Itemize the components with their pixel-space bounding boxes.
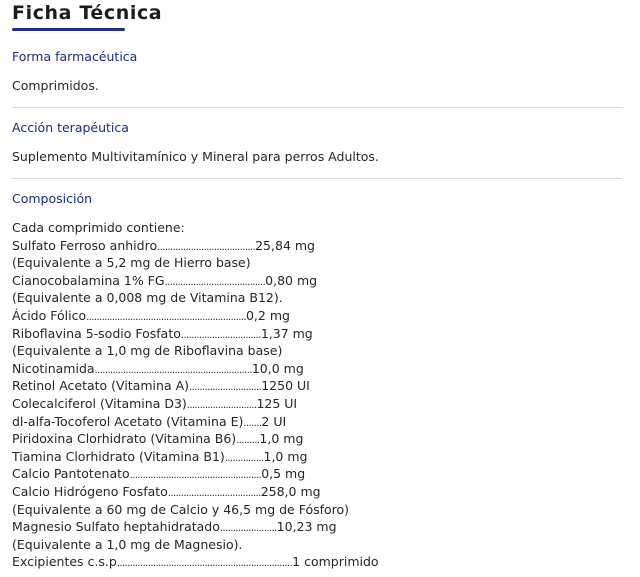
composition-line: Ácido Fólico............................… xyxy=(12,307,379,325)
composition-intro: Cada comprimido contiene: xyxy=(12,220,185,235)
composition-line: (Equivalente a 1,0 mg de Magnesio). xyxy=(12,536,379,554)
composition-line: Piridoxina Clorhidrato (Vitamina B6)....… xyxy=(12,430,379,448)
ingredient-name: Retinol Acetato (Vitamina A) xyxy=(12,378,190,394)
dot-leader: ......... xyxy=(236,435,260,447)
ingredient-amount: 125 UI xyxy=(256,395,298,411)
ingredient-name: (Equivalente a 5,2 mg de Hierro base) xyxy=(12,255,251,271)
ingredient-amount: 258,0 mg xyxy=(260,483,321,499)
dot-leader: ...................... xyxy=(219,523,277,535)
ingredient-name: Ácido Fólico xyxy=(12,307,87,323)
ingredient-name: (Equivalente a 1,0 mg de Magnesio). xyxy=(12,536,243,552)
ingredient-amount: 1,37 mg xyxy=(260,325,313,341)
accion-heading: Acción terapéutica xyxy=(12,120,129,135)
composition-line: (Equivalente a 0,008 mg de Vitamina B12)… xyxy=(12,289,379,307)
ingredient-name: Sulfato Ferroso anhidro xyxy=(12,237,158,253)
ingredient-name: dl-alfa-Tocoferol Acetato (Vitamina E) xyxy=(12,413,244,429)
composition-line: Colecalciferol (Vitamina D3)............… xyxy=(12,395,379,413)
composition-line: (Equivalente a 1,0 mg de Riboflavina bas… xyxy=(12,342,379,360)
ingredient-name: Riboflavina 5-sodio Fosfato xyxy=(12,325,181,341)
dot-leader: ...................................... xyxy=(157,241,256,253)
ingredient-name: (Equivalente a 1,0 mg de Riboflavina bas… xyxy=(12,343,283,359)
forma-heading: Forma farmacéutica xyxy=(12,49,138,64)
ingredient-name: (Equivalente a 0,008 mg de Vitamina B12)… xyxy=(12,290,283,306)
forma-text: Comprimidos. xyxy=(12,78,99,93)
composition-line: Sulfato Ferroso anhidro.................… xyxy=(12,237,379,255)
dot-leader: ............................ xyxy=(189,382,262,394)
ingredient-amount: 1,0 mg xyxy=(259,431,304,447)
ingredient-amount: 0,5 mg xyxy=(261,466,306,482)
ingredient-name: Calcio Pantotenato xyxy=(12,466,130,482)
dot-leader: .................................... xyxy=(167,487,261,499)
composition-line: Calcio Pantotenato......................… xyxy=(12,465,379,483)
dot-leader: ....................................... xyxy=(164,276,266,288)
composition-line: Tiamina Clorhidrato (Vitamina B1).......… xyxy=(12,448,379,466)
ingredient-amount: 10,23 mg xyxy=(276,519,337,535)
composition-line: (Equivalente a 5,2 mg de Hierro base) xyxy=(12,254,379,272)
composition-line: Excipientes c.s.p.......................… xyxy=(12,553,379,571)
ingredient-name: Cianocobalamina 1% FG xyxy=(12,272,165,288)
ingredient-name: Piridoxina Clorhidrato (Vitamina B6) xyxy=(12,431,237,447)
ingredient-amount: 10,0 mg xyxy=(251,360,304,376)
composition-line: Magnesio Sulfato heptahidratado.........… xyxy=(12,518,379,536)
dot-leader: ........................................… xyxy=(94,364,253,376)
composition-line: Retinol Acetato (Vitamina A)............… xyxy=(12,377,379,395)
composition-line: (Equivalente a 60 mg de Calcio y 46,5 mg… xyxy=(12,501,379,519)
composition-line: dl-alfa-Tocoferol Acetato (Vitamina E)..… xyxy=(12,413,379,431)
title-underline xyxy=(12,28,125,31)
composition-list: Cada comprimido contiene: Sulfato Ferros… xyxy=(12,219,379,571)
ingredient-name: Excipientes c.s.p xyxy=(12,554,117,570)
dot-leader: ............... xyxy=(224,452,264,464)
ingredient-amount: 1250 UI xyxy=(261,378,310,394)
dot-leader: ........................................… xyxy=(116,558,293,570)
ingredient-name: Colecalciferol (Vitamina D3) xyxy=(12,395,187,411)
composition-line: Nicotinamida............................… xyxy=(12,360,379,378)
composition-line: Riboflavina 5-sodio Fosfato.............… xyxy=(12,325,379,343)
ingredient-amount: 25,84 mg xyxy=(255,237,315,253)
ingredient-amount: 1,0 mg xyxy=(263,448,308,464)
product-datasheet: Ficha Técnica Forma farmacéutica Comprim… xyxy=(0,0,640,577)
ingredient-amount: 1 comprimido xyxy=(292,554,379,570)
composition-line: Calcio Hidrógeno Fosfato................… xyxy=(12,483,379,501)
dot-leader: ............................... xyxy=(180,329,262,341)
ingredient-amount: 0,80 mg xyxy=(265,272,318,288)
ingredient-name: Tiamina Clorhidrato (Vitamina B1) xyxy=(12,448,225,464)
composition-line: Cianocobalamina 1% FG...................… xyxy=(12,272,379,290)
ingredient-name: Calcio Hidrógeno Fosfato xyxy=(12,483,168,499)
ingredient-amount: 0,2 mg xyxy=(245,307,290,323)
section-divider xyxy=(12,107,622,108)
dot-leader: ........................................… xyxy=(86,311,246,323)
dot-leader: ........................................… xyxy=(129,470,262,482)
accion-text: Suplemento Multivitamínico y Mineral par… xyxy=(12,149,379,164)
ingredient-name: Magnesio Sulfato heptahidratado xyxy=(12,519,220,535)
dot-leader: ....... xyxy=(243,417,262,429)
composicion-heading: Composición xyxy=(12,191,93,206)
page-title: Ficha Técnica xyxy=(12,2,163,24)
ingredient-amount: 2 UI xyxy=(261,413,287,429)
ingredient-name: (Equivalente a 60 mg de Calcio y 46,5 mg… xyxy=(12,501,350,517)
ingredient-name: Nicotinamida xyxy=(12,360,95,376)
section-divider xyxy=(12,178,622,179)
dot-leader: ........................... xyxy=(186,399,257,411)
